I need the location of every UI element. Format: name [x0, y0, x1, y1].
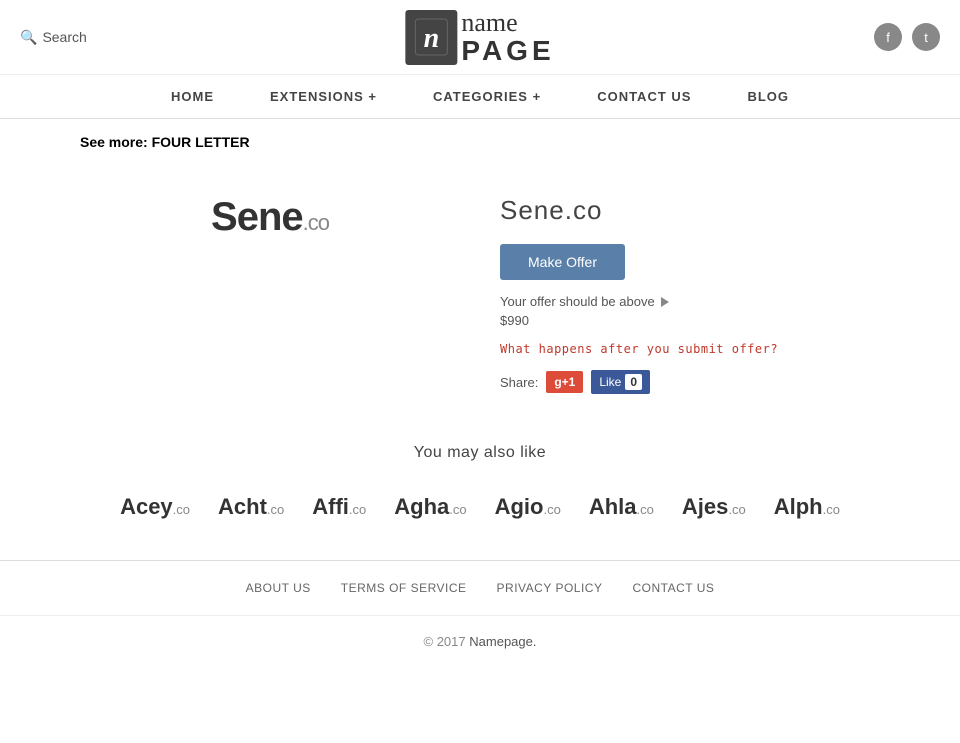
card-name-1: Acht	[218, 494, 267, 519]
nav-extensions[interactable]: EXTENSIONS +	[242, 75, 405, 118]
domain-logo-area: Sene.co	[80, 185, 460, 394]
share-row: Share: g+1 Like 0	[500, 370, 880, 394]
offer-arrow-icon	[661, 297, 669, 307]
list-item[interactable]: Ahla.co	[575, 484, 668, 530]
list-item[interactable]: Acey.co	[106, 484, 204, 530]
copyright-brand[interactable]: Namepage.	[469, 634, 536, 649]
logo-name-text: name	[461, 9, 554, 38]
card-name-3: Agha	[394, 494, 449, 519]
offer-link[interactable]: What happens after you submit offer?	[500, 342, 778, 356]
fb-like-label: Like	[599, 375, 621, 389]
breadcrumb: See more: FOUR LETTER	[0, 119, 960, 165]
footer-terms[interactable]: TERMS OF SERVICE	[341, 581, 467, 595]
also-like-title: You may also like	[40, 444, 920, 462]
nav-categories[interactable]: CATEGORIES +	[405, 75, 569, 118]
footer-about[interactable]: ABOUT US	[246, 581, 311, 595]
footer-copyright: © 2017 Namepage.	[0, 616, 960, 667]
nav-home[interactable]: HOME	[143, 75, 242, 118]
list-item[interactable]: Affi.co	[298, 484, 380, 530]
social-icons: f t	[874, 23, 940, 51]
card-name-2: Affi	[312, 494, 349, 519]
card-name-5: Ahla	[589, 494, 637, 519]
list-item[interactable]: Agio.co	[481, 484, 575, 530]
facebook-icon[interactable]: f	[874, 23, 902, 51]
domain-info: Sene.co Make Offer Your offer should be …	[500, 185, 880, 394]
offer-hint: Your offer should be above	[500, 294, 880, 309]
card-ext-2: .co	[349, 502, 366, 517]
twitter-icon[interactable]: t	[912, 23, 940, 51]
domain-logo-display: Sene.co	[211, 195, 329, 240]
card-ext-7: .co	[823, 502, 840, 517]
offer-amount: $990	[500, 313, 880, 328]
card-ext-1: .co	[267, 502, 284, 517]
footer-contact[interactable]: CONTACT US	[632, 581, 714, 595]
footer-privacy[interactable]: PRIVACY POLICY	[497, 581, 603, 595]
fb-count: 0	[625, 374, 642, 390]
card-ext-5: .co	[637, 502, 654, 517]
main-content: Sene.co Sene.co Make Offer Your offer sh…	[0, 165, 960, 434]
breadcrumb-link[interactable]: FOUR LETTER	[152, 134, 250, 150]
logo-text: name PAGE	[461, 9, 554, 66]
domain-name-large: Sene	[211, 195, 303, 239]
share-label: Share:	[500, 375, 538, 390]
list-item[interactable]: Alph.co	[760, 484, 854, 530]
gplus-button[interactable]: g+1	[546, 371, 583, 393]
card-name-0: Acey	[120, 494, 173, 519]
domain-ext-large: .co	[303, 210, 329, 235]
facebook-like-button[interactable]: Like 0	[591, 370, 650, 394]
card-name-7: Alph	[774, 494, 823, 519]
card-ext-4: .co	[543, 502, 560, 517]
also-like-section: You may also like Acey.co Acht.co Affi.c…	[0, 434, 960, 560]
logo-icon: n	[405, 10, 457, 65]
make-offer-button[interactable]: Make Offer	[500, 244, 625, 280]
also-like-grid: Acey.co Acht.co Affi.co Agha.co Agio.co …	[40, 484, 920, 530]
main-nav: HOME EXTENSIONS + CATEGORIES + CONTACT U…	[0, 75, 960, 119]
nav-contact[interactable]: CONTACT US	[569, 75, 719, 118]
search-icon: 🔍	[20, 29, 37, 46]
domain-title: Sene.co	[500, 195, 880, 226]
footer-links: ABOUT US TERMS OF SERVICE PRIVACY POLICY…	[0, 561, 960, 616]
list-item[interactable]: Agha.co	[380, 484, 480, 530]
logo-page-text: PAGE	[461, 37, 554, 65]
list-item[interactable]: Ajes.co	[668, 484, 760, 530]
nav-blog[interactable]: BLOG	[719, 75, 817, 118]
offer-hint-text: Your offer should be above	[500, 294, 655, 309]
card-name-4: Agio	[495, 494, 544, 519]
card-ext-0: .co	[173, 502, 190, 517]
breadcrumb-prefix: See more:	[80, 134, 148, 150]
logo[interactable]: n name PAGE	[405, 9, 554, 66]
site-header: 🔍 Search n name PAGE f t	[0, 0, 960, 75]
copyright-prefix: © 2017	[424, 634, 466, 649]
svg-text:n: n	[424, 23, 440, 54]
search-label: Search	[42, 29, 86, 45]
card-name-6: Ajes	[682, 494, 728, 519]
gplus-label: g+1	[554, 375, 575, 389]
list-item[interactable]: Acht.co	[204, 484, 298, 530]
card-ext-6: .co	[728, 502, 745, 517]
card-ext-3: .co	[449, 502, 466, 517]
search-area[interactable]: 🔍 Search	[20, 29, 87, 46]
